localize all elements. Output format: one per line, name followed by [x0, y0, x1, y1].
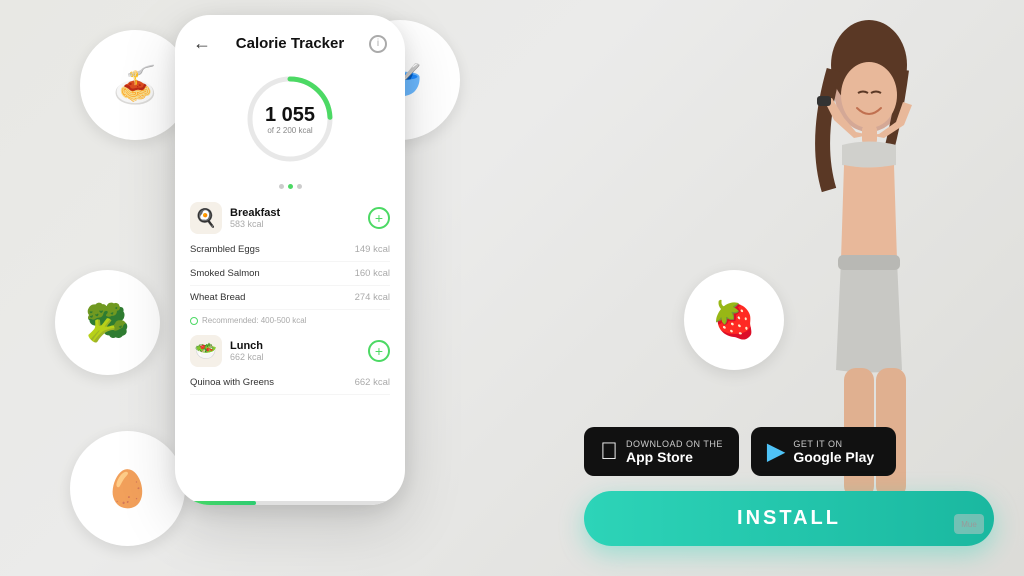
lunch-title-group: 🥗 Lunch 662 kcal [190, 335, 264, 367]
phone-header: ← Calorie Tracker i [175, 15, 405, 64]
rec-label: Recommended: 400-500 kcal [202, 316, 307, 325]
food-cal-eggs: 149 kcal [355, 244, 390, 255]
calorie-circle: 1 055 of 2 200 kcal [240, 69, 340, 169]
woman-figure [714, 0, 1024, 566]
breakfast-label-group: Breakfast 583 kcal [230, 207, 280, 229]
apple-icon:  [600, 438, 618, 466]
play-icon: ▶ [767, 437, 785, 466]
install-label: INSTALL [737, 507, 841, 530]
food-emoji-bottom-left: 🥚 [82, 443, 174, 535]
google-play-text: GET IT ON Google Play [793, 439, 874, 465]
dot-3 [297, 184, 302, 189]
progress-bar [175, 501, 405, 505]
breakfast-header: 🍳 Breakfast 583 kcal + [190, 202, 390, 234]
store-buttons-container:  Download on the App Store ▶ GET IT ON … [584, 427, 896, 476]
dot-1 [279, 184, 284, 189]
google-play-small-text: GET IT ON [793, 439, 874, 449]
app-store-small-text: Download on the [626, 439, 723, 449]
food-name-bread: Wheat Bread [190, 292, 245, 303]
back-button[interactable]: ← [193, 33, 211, 54]
lunch-section: 🥗 Lunch 662 kcal + Quinoa with Greens 66… [175, 335, 405, 395]
food-item-quinoa: Quinoa with Greens 662 kcal [190, 371, 390, 395]
small-logo: Mue [954, 514, 984, 534]
lunch-header: 🥗 Lunch 662 kcal + [190, 335, 390, 367]
dot-2 [288, 184, 293, 189]
food-cal-quinoa: 662 kcal [355, 377, 390, 388]
lunch-name: Lunch [230, 340, 264, 352]
calorie-value: 1 055 [265, 104, 315, 126]
breakfast-kcal: 583 kcal [230, 219, 280, 229]
calorie-text: 1 055 of 2 200 kcal [265, 104, 315, 135]
food-emoji-middle-left: 🥦 [66, 281, 150, 365]
right-section:  Download on the App Store ▶ GET IT ON … [564, 0, 1024, 576]
lunch-kcal: 662 kcal [230, 352, 264, 362]
progress-fill [175, 501, 256, 505]
info-icon[interactable]: i [369, 35, 387, 53]
app-store-button[interactable]:  Download on the App Store [584, 427, 739, 476]
install-button[interactable]: INSTALL [584, 491, 994, 546]
breakfast-icon: 🍳 [190, 202, 222, 234]
app-store-text: Download on the App Store [626, 439, 723, 465]
food-item-salmon: Smoked Salmon 160 kcal [190, 262, 390, 286]
food-cal-bread: 274 kcal [355, 292, 390, 303]
recommendation-text: Recommended: 400-500 kcal [190, 310, 390, 331]
calorie-section: 1 055 of 2 200 kcal [175, 64, 405, 179]
breakfast-add-button[interactable]: + [368, 207, 390, 229]
lunch-label-group: Lunch 662 kcal [230, 340, 264, 362]
phone-mockup: ← Calorie Tracker i 1 055 of 2 200 kcal [175, 15, 405, 505]
food-plate-top-left: 🍝 [80, 30, 190, 140]
page-dots [175, 184, 405, 189]
food-item-bread: Wheat Bread 274 kcal [190, 286, 390, 310]
food-cal-salmon: 160 kcal [355, 268, 390, 279]
app-store-big-text: App Store [626, 449, 723, 465]
phone-title: Calorie Tracker [236, 35, 344, 52]
food-plate-middle-left: 🥦 [55, 270, 160, 375]
food-item-eggs: Scrambled Eggs 149 kcal [190, 238, 390, 262]
calorie-goal: of 2 200 kcal [265, 126, 315, 135]
phone-screen: ← Calorie Tracker i 1 055 of 2 200 kcal [175, 15, 405, 505]
lunch-icon: 🥗 [190, 335, 222, 367]
breakfast-section: 🍳 Breakfast 583 kcal + Scrambled Eggs 14… [175, 194, 405, 331]
google-play-big-text: Google Play [793, 449, 874, 465]
google-play-button[interactable]: ▶ GET IT ON Google Play [751, 427, 896, 476]
food-name-quinoa: Quinoa with Greens [190, 377, 274, 388]
breakfast-title-group: 🍳 Breakfast 583 kcal [190, 202, 280, 234]
food-plate-bottom-left: 🥚 [70, 431, 185, 546]
lunch-add-button[interactable]: + [368, 340, 390, 362]
food-name-eggs: Scrambled Eggs [190, 244, 260, 255]
rec-dot-icon [190, 317, 198, 325]
food-name-salmon: Smoked Salmon [190, 268, 260, 279]
food-emoji-top-left: 🍝 [91, 41, 179, 129]
breakfast-name: Breakfast [230, 207, 280, 219]
